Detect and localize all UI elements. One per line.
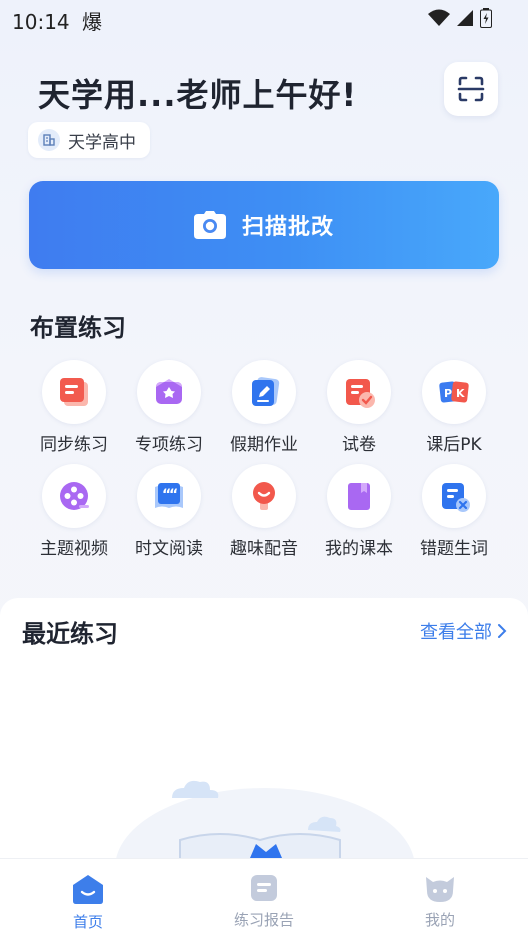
scan-grade-label: 扫描批改 xyxy=(241,215,334,240)
special-practice-icon xyxy=(156,379,182,404)
grid-item-my-textbook[interactable]: 我的课本 xyxy=(311,464,407,559)
report-icon xyxy=(251,875,277,901)
battery-icon xyxy=(480,8,492,28)
grid-label: 同步练习 xyxy=(40,435,108,455)
grid-label: 我的课本 xyxy=(325,539,393,559)
grid-label: 趣味配音 xyxy=(230,539,298,559)
view-all-label: 查看全部 xyxy=(420,622,492,643)
scan-grade-button[interactable]: 扫描批改 xyxy=(29,181,499,269)
scan-frame-icon xyxy=(457,76,485,102)
scan-shortcut-button[interactable] xyxy=(444,62,498,116)
tab-home[interactable]: 首页 xyxy=(0,859,176,936)
clock-text: 10:14 xyxy=(12,10,70,34)
grid-item-wrong-words[interactable]: 错题生词 xyxy=(406,464,502,559)
svg-text:“: “ xyxy=(169,487,178,503)
grid-label: 时文阅读 xyxy=(135,539,203,559)
grid-item-dubbing[interactable]: 趣味配音 xyxy=(216,464,312,559)
holiday-homework-icon xyxy=(252,377,280,406)
bottom-tab-bar: 首页 练习报告 我的 xyxy=(0,858,528,936)
svg-text:P: P xyxy=(444,387,452,400)
tab-profile[interactable]: 我的 xyxy=(352,859,528,936)
recent-title: 最近练习 xyxy=(22,620,118,648)
grid-label: 错题生词 xyxy=(420,539,488,559)
grid-label: 主题视频 xyxy=(40,539,108,559)
dubbing-icon xyxy=(253,482,275,510)
status-time: 10:14 爆 xyxy=(12,6,102,35)
notification-glyph: 爆 xyxy=(82,10,102,34)
grid-item-special-practice[interactable]: 专项练习 xyxy=(121,360,217,455)
grid-item-holiday-homework[interactable]: 假期作业 xyxy=(216,360,312,455)
status-icons xyxy=(428,8,492,28)
video-icon xyxy=(60,482,89,510)
empty-state-illustration xyxy=(115,780,415,868)
tab-report[interactable]: 练习报告 xyxy=(176,859,352,936)
home-icon xyxy=(73,875,103,904)
grid-item-pk[interactable]: P K 课后PK xyxy=(406,360,502,455)
grid-label: 课后PK xyxy=(426,435,482,455)
tab-label: 我的 xyxy=(424,911,455,929)
camera-icon xyxy=(193,211,226,239)
app-screen: 10:14 爆 天学用...老师上午好! 天学高中 扫描批改 布置练习 同步练习… xyxy=(0,0,528,936)
grid-label: 试卷 xyxy=(342,435,376,455)
sync-practice-icon xyxy=(60,378,88,406)
tab-label: 首页 xyxy=(72,913,103,931)
status-bar: 10:14 爆 xyxy=(0,0,528,36)
school-chip[interactable]: 天学高中 xyxy=(28,122,150,158)
signal-icon xyxy=(457,10,473,26)
greeting-title: 天学用...老师上午好! xyxy=(38,76,358,114)
textbook-icon xyxy=(348,483,370,510)
exam-paper-icon xyxy=(346,379,375,408)
grid-label: 专项练习 xyxy=(135,435,203,455)
tab-label: 练习报告 xyxy=(233,911,294,929)
view-all-link[interactable]: 查看全部 xyxy=(420,618,508,644)
reading-icon: “ “ xyxy=(155,483,183,508)
grid-item-sync-practice[interactable]: 同步练习 xyxy=(26,360,122,455)
chevron-right-icon xyxy=(498,624,507,638)
grid-item-reading[interactable]: “ “ 时文阅读 xyxy=(121,464,217,559)
assign-section-title: 布置练习 xyxy=(30,314,126,342)
profile-icon xyxy=(426,877,454,902)
school-name: 天学高中 xyxy=(68,132,136,153)
grid-item-theme-video[interactable]: 主题视频 xyxy=(26,464,122,559)
wifi-icon xyxy=(428,9,450,26)
wrong-words-icon xyxy=(442,483,470,512)
svg-text:K: K xyxy=(456,387,465,400)
grid-item-exam-paper[interactable]: 试卷 xyxy=(311,360,407,455)
building-icon xyxy=(38,129,60,151)
grid-label: 假期作业 xyxy=(230,435,298,455)
pk-icon: P K xyxy=(439,381,469,403)
